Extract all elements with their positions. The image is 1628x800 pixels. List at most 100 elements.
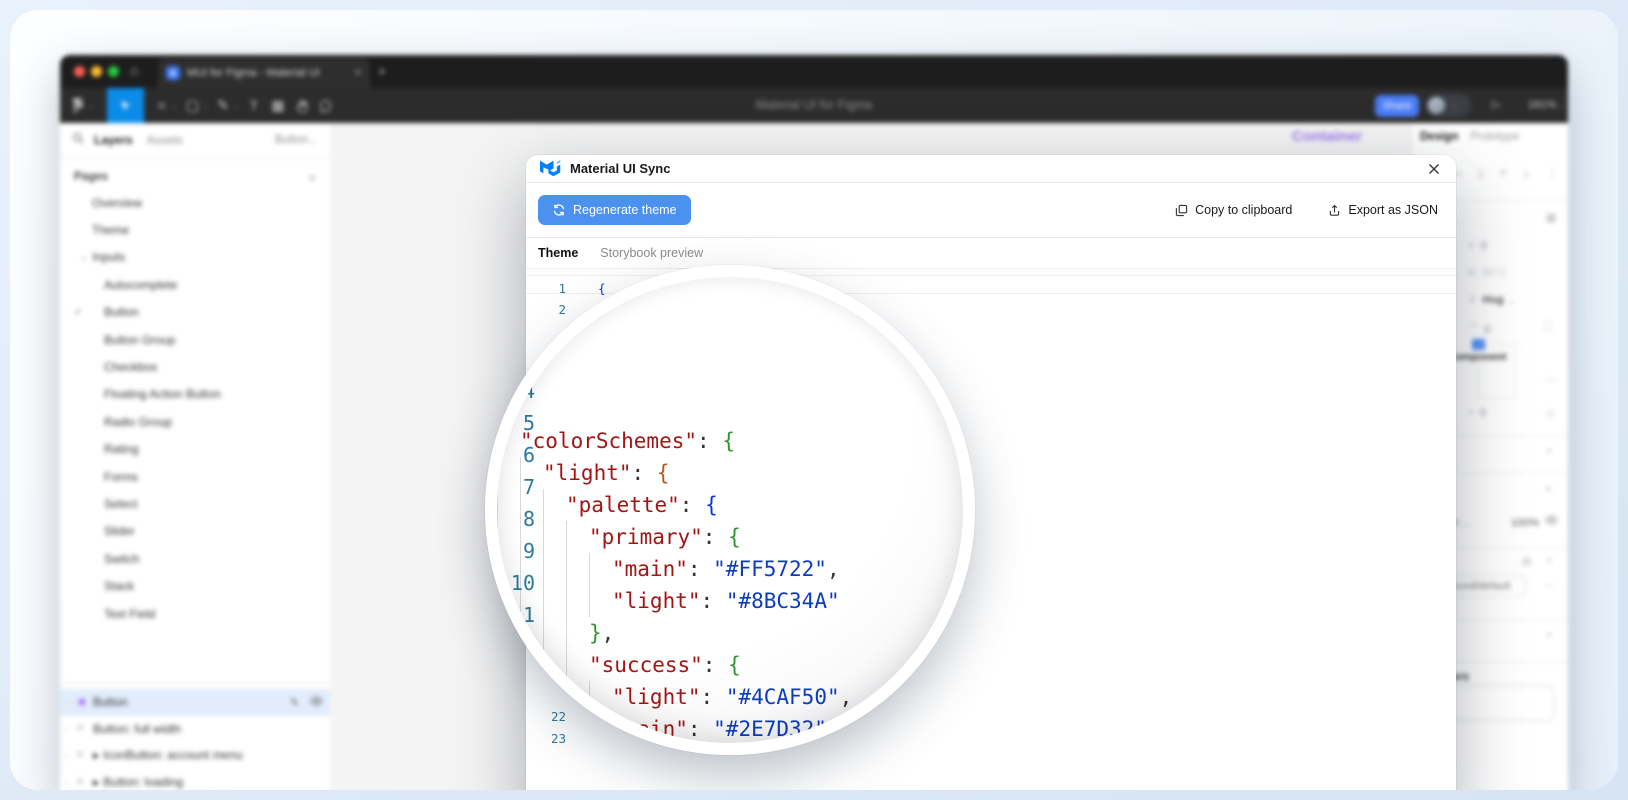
figma-toolbar: ⌄ ⌗ ⌄ ▢ ⌄ ✎ ⌄ T ▦ Material UI for Figma: [60, 88, 1568, 123]
add-stroke-icon[interactable]: +: [1546, 629, 1552, 641]
chevron-down-icon[interactable]: ⌄: [233, 101, 240, 110]
hand-tool-icon[interactable]: [290, 94, 314, 118]
radius-field[interactable]: ⌒0: [1468, 321, 1490, 336]
move-tool-button[interactable]: [107, 88, 144, 123]
traffic-light-zoom[interactable]: [108, 66, 119, 77]
component-thumbnail[interactable]: [1478, 344, 1516, 398]
resources-tool-icon[interactable]: ▦: [266, 94, 290, 118]
comment-tool-icon[interactable]: [314, 94, 338, 118]
styles-icon[interactable]: ⊞: [1522, 555, 1531, 568]
tab-title: MUI for Figma - Material UI: [187, 67, 348, 79]
add-page-icon[interactable]: +: [308, 170, 316, 185]
opacity-field[interactable]: 100%: [1511, 517, 1539, 529]
code-line: 13}: [497, 663, 975, 695]
y-value: 0: [1481, 240, 1487, 252]
chevron-down-icon[interactable]: ⌄: [172, 101, 179, 110]
page-item[interactable]: Theme: [60, 216, 330, 243]
text-tool-icon[interactable]: T: [242, 94, 266, 118]
page-item[interactable]: Switch: [60, 545, 330, 572]
main-menu-icon[interactable]: [66, 94, 90, 118]
page-item[interactable]: Checkbox: [60, 353, 330, 380]
sizing-field[interactable]: ⇕Hug ⌄: [1468, 294, 1521, 306]
browser-tab[interactable]: ◆ MUI for Figma - Material UI ✕: [158, 58, 370, 88]
play-icon: ▶: [93, 751, 99, 760]
shape-tool-icon[interactable]: ▢: [180, 94, 204, 118]
pen-tool-icon[interactable]: ✎: [211, 94, 235, 118]
line-number: 1: [526, 278, 566, 300]
tab-assets[interactable]: Assets: [147, 133, 183, 147]
diamond-icon[interactable]: ◇: [1546, 407, 1554, 420]
gap-field[interactable]: ⌗0: [1468, 407, 1486, 419]
line-number: 12: [497, 631, 535, 663]
page-item[interactable]: ⌄ Inputs: [60, 244, 330, 271]
page-item[interactable]: Button Group: [60, 326, 330, 353]
frame-title-container[interactable]: Container: [1292, 128, 1362, 145]
page-item[interactable]: Slider: [60, 518, 330, 545]
remove-icon[interactable]: –: [1546, 579, 1552, 591]
zoom-level[interactable]: 181% ⌄: [1528, 99, 1566, 111]
eye-icon[interactable]: [1545, 515, 1558, 528]
new-tab-button[interactable]: +: [378, 63, 386, 79]
avatar[interactable]: ⌄: [1425, 94, 1471, 117]
independent-corners-icon[interactable]: ⛶: [1544, 321, 1552, 334]
search-icon[interactable]: [72, 131, 84, 149]
page-item[interactable]: Radio Group: [60, 408, 330, 435]
page-item[interactable]: Select: [60, 490, 330, 517]
tab-close-icon[interactable]: ✕: [354, 68, 362, 79]
page-item[interactable]: Autocomplete: [60, 271, 330, 298]
layer-item[interactable]: ⌗▶Button: loading: [60, 769, 330, 790]
page-item[interactable]: ✓Button: [60, 299, 330, 326]
pencil-icon[interactable]: ✎: [290, 696, 310, 709]
height-field[interactable]: H2672: [1468, 267, 1506, 279]
layer-item[interactable]: ⌗▶IconButton: account menu: [60, 742, 330, 769]
file-title[interactable]: Material UI for Figma: [756, 98, 873, 112]
page-item[interactable]: Stack: [60, 572, 330, 599]
layout-grid-icon[interactable]: ▦: [1546, 211, 1556, 224]
add-fill-icon[interactable]: +: [1546, 555, 1552, 567]
y-position-field[interactable]: Y0: [1468, 240, 1487, 252]
more-icon[interactable]: ⋯: [1545, 373, 1556, 386]
component-selector[interactable]: Button ⌄: [275, 134, 318, 146]
caret-down-icon[interactable]: ⌄: [80, 252, 88, 263]
export-as-json-button[interactable]: Export as JSON: [1322, 202, 1444, 218]
tab-prototype[interactable]: Prototype: [1470, 131, 1519, 143]
traffic-light-close[interactable]: [74, 66, 85, 77]
sidebar-divider: [60, 683, 330, 684]
page-item[interactable]: Forms: [60, 463, 330, 490]
page-item-label: Inputs: [93, 250, 126, 264]
eye-icon[interactable]: [310, 696, 330, 709]
page-item[interactable]: Rating: [60, 436, 330, 463]
page-item[interactable]: Text Field: [60, 600, 330, 627]
copy-to-clipboard-button[interactable]: Copy to clipboard: [1169, 202, 1298, 218]
present-icon[interactable]: ▷: [1492, 98, 1500, 111]
chevron-down-icon[interactable]: ⌄: [88, 101, 95, 110]
add-icon[interactable]: +: [1546, 445, 1552, 457]
layer-item-label: IconButton: account menu: [103, 748, 242, 762]
code-line: 8},: [497, 503, 975, 535]
layer-item[interactable]: ❖Button✎: [60, 689, 330, 716]
page-item-label: Overview: [92, 196, 142, 210]
h-value: 2672: [1481, 267, 1505, 279]
selection-colors-swatch[interactable]: [1450, 685, 1554, 721]
frame-tool-icon[interactable]: ⌗: [150, 94, 174, 118]
regenerate-theme-button[interactable]: Regenerate theme: [538, 195, 691, 225]
tab-design[interactable]: Design: [1420, 131, 1458, 143]
home-icon[interactable]: ⌂: [130, 62, 138, 78]
share-button[interactable]: Share: [1375, 95, 1419, 117]
tab-storybook-preview[interactable]: Storybook preview: [600, 246, 703, 260]
pages-list: Overview Theme ⌄ Inputs Autocomplete✓ButtonB…: [60, 189, 330, 627]
page-item[interactable]: Overview: [60, 189, 330, 216]
blend-mode-icon[interactable]: ◐: [1546, 483, 1553, 495]
traffic-light-minimize[interactable]: [91, 66, 102, 77]
page-item-label: Switch: [104, 552, 139, 566]
chevron-down-icon[interactable]: ⌄: [202, 101, 209, 110]
layer-item[interactable]: ⌗Button: full width: [60, 716, 330, 743]
line-number: 7: [497, 471, 535, 503]
alignment-icons[interactable]: ▭▯≡⊥⋮: [1452, 167, 1558, 180]
tab-theme[interactable]: Theme: [538, 246, 578, 260]
line-number: 9: [497, 535, 535, 567]
page-item[interactable]: Floating Action Button: [60, 381, 330, 408]
close-icon[interactable]: [1426, 161, 1442, 177]
tab-layers[interactable]: Layers: [94, 133, 133, 147]
page-item-label: Theme: [92, 223, 129, 237]
